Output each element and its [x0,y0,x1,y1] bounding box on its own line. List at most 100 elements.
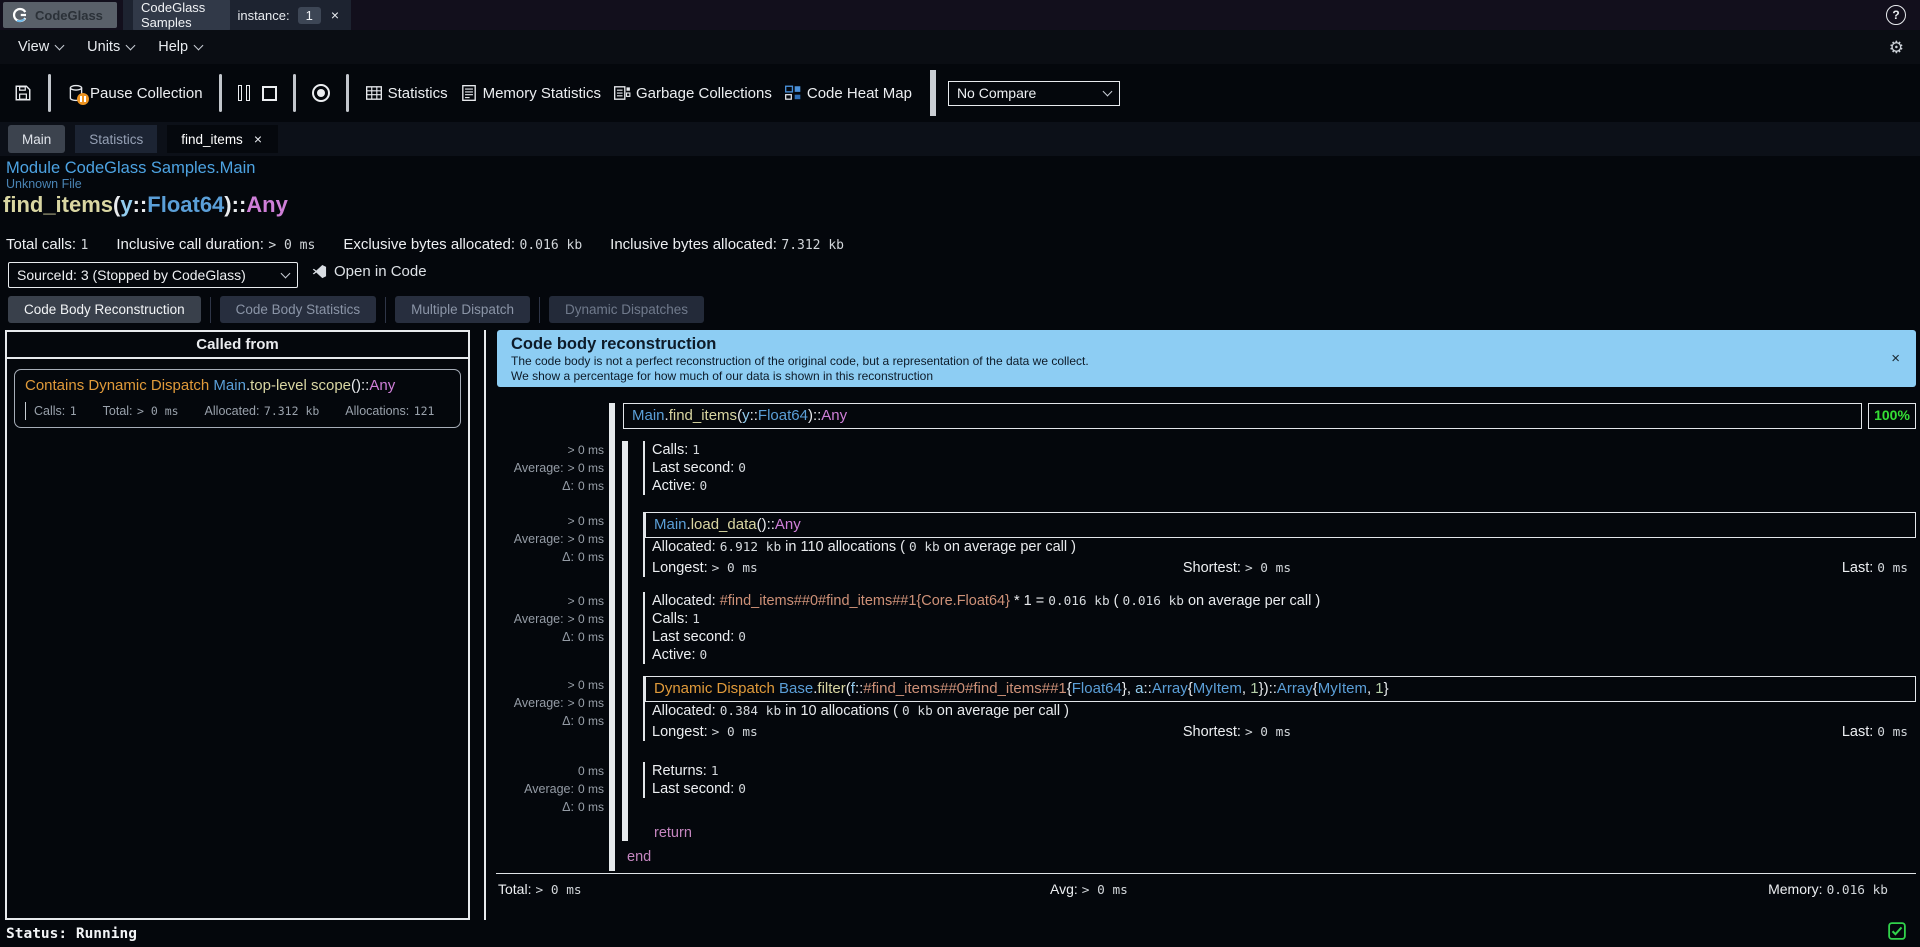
code-body-reconstruction: Main.find_items(y::Float64)::Any 100% > … [496,395,1916,910]
closure-alloc-group: > 0 ms Average: > 0 ms Δ: 0 ms Allocated… [496,592,1916,664]
tab-main-label: Main [22,131,52,147]
banner-line2: We show a percentage for how much of our… [511,369,933,383]
instance-tab[interactable]: CodeGlass Samples instance: 1 × [123,0,351,32]
end-keyword: end [627,849,652,865]
pause-button[interactable] [232,79,256,107]
status-text: Status: Running [6,926,137,942]
menu-help-label: Help [158,39,189,55]
instance-tab-close-icon[interactable]: × [329,7,341,23]
avg-duration: Avg: > 0 ms [1050,881,1128,898]
pause-icon [237,85,250,101]
subtab-code-body-reconstruction[interactable]: Code Body Reconstruction [8,296,201,323]
toolbar-separator [48,74,51,112]
breadcrumb-module[interactable]: Module CodeGlass Samples.Main [6,159,255,178]
menu-units[interactable]: Units [75,33,146,61]
document-tabstrip: Main Statistics find_items × [0,122,1920,156]
instance-label: instance: [237,7,290,23]
chevron-down-icon [125,40,136,50]
stop-icon [261,85,277,101]
returns-group: 0 ms Average: 0 ms Δ: 0 ms Returns: 1 La… [496,762,1916,816]
statistics-label: Statistics [387,84,448,102]
banner-close-icon[interactable]: × [1891,350,1900,367]
gear-icon[interactable]: ⚙ [1889,38,1904,58]
toolbar-separator [292,74,296,112]
stop-button[interactable] [256,80,283,107]
record-button[interactable] [306,78,336,108]
calls-row: Calls: 1 [652,442,700,458]
statistics-button[interactable]: Statistics [359,78,454,108]
menu-view-label: View [18,39,50,55]
codeglass-logo-icon [12,7,27,23]
save-button[interactable] [8,78,38,108]
allocated-row: Allocated: 6.912 kb in 110 allocations (… [652,539,1076,555]
load-data-group: > 0 ms Average: > 0 ms Δ: 0 ms Main.load… [496,512,1916,577]
titlebar: CodeGlass CodeGlass Samples instance: 1 … [0,0,1920,32]
breadcrumb-file: Unknown File [6,177,82,191]
open-in-code-button[interactable]: Open in Code [312,263,427,280]
calls-row: Calls: 1 [652,611,700,627]
garbage-collections-icon [613,86,631,100]
toolbar: Pause Collection Statistics Memory Stati… [0,64,1920,122]
timing-gutter: > 0 ms Average: > 0 ms Δ: 0 ms [513,443,604,493]
tab-find-items-label: find_items [181,131,243,147]
tab-close-icon[interactable]: × [252,131,264,147]
panel-divider [484,330,486,920]
tab-main[interactable]: Main [8,125,66,153]
code-heat-map-label: Code Heat Map [806,84,912,102]
active-row: Active: 0 [652,478,708,494]
code-heat-map-button[interactable]: Code Heat Map [778,78,918,108]
pause-collection-label: Pause Collection [90,84,203,102]
memory-document-icon [461,85,476,101]
memory-statistics-button[interactable]: Memory Statistics [454,78,607,108]
toolbar-separator [218,74,222,112]
reconstruction-info-banner: Code body reconstruction The code body i… [497,330,1916,387]
called-from-panel: Called from Contains Dynamic Dispatch Ma… [5,330,470,920]
garbage-collections-label: Garbage Collections [635,84,772,102]
menu-view[interactable]: View [6,33,75,61]
compare-select-value: No Compare [956,85,1037,101]
allocated-row: Allocated: #find_items##0#find_items##1{… [652,593,1321,609]
timing-gutter: 0 ms Average: 0 ms Δ: 0 ms [524,764,604,814]
summary-inclusive-duration: Inclusive call duration: > 0 ms [116,236,316,253]
menu-help[interactable]: Help [146,33,214,61]
timing-gutter: > 0 ms Average: > 0 ms Δ: 0 ms [513,678,604,728]
chevron-down-icon [280,268,291,278]
coverage-badge: 100% [1868,403,1916,429]
pause-collection-button[interactable]: Pause Collection [61,78,209,108]
dispatch-signature-box[interactable]: Dynamic Dispatch Base.filter(f::#find_it… [645,676,1916,702]
toolbar-separator [345,74,349,112]
compare-select[interactable]: No Compare [947,80,1120,106]
subtab-multiple-dispatch[interactable]: Multiple Dispatch [395,296,530,323]
caller-signature: Contains Dynamic Dispatch Main.top-level… [25,377,396,394]
tab-find-items[interactable]: find_items × [167,125,278,153]
method-signature-row: Main.find_items(y::Float64)::Any 100% [496,403,1916,429]
summary-inclusive-bytes: Inclusive bytes allocated: 7.312 kb [610,236,844,253]
subtab-dynamic-dispatches[interactable]: Dynamic Dispatches [548,296,704,323]
tab-statistics[interactable]: Statistics [75,125,158,153]
return-keyword: return [654,825,692,841]
chevron-down-icon [193,40,204,50]
last-second-row: Last second: 0 [652,781,746,797]
table-grid-icon [365,86,382,100]
active-row: Active: 0 [652,647,708,663]
find-items-signature-box[interactable]: Main.find_items(y::Float64)::Any [623,403,1862,429]
toolbar-separator-thick [929,70,936,116]
garbage-collections-button[interactable]: Garbage Collections [607,78,778,108]
last-second-row: Last second: 0 [652,460,746,476]
open-in-code-label: Open in Code [334,263,427,280]
source-id-select[interactable]: SourceId: 3 (Stopped by CodeGlass) [8,262,298,288]
top-stats-group: > 0 ms Average: > 0 ms Δ: 0 ms Calls: 1 … [496,441,1916,495]
record-icon [311,84,330,102]
allocated-row: Allocated: 0.384 kb in 10 allocations ( … [652,703,1069,719]
memory-statistics-label: Memory Statistics [482,84,601,102]
app-logo: CodeGlass [3,2,117,28]
subtab-code-body-statistics[interactable]: Code Body Statistics [219,296,377,323]
caller-stats: Calls: 1 Total: > 0 ms Allocated: 7.312 … [25,402,450,420]
help-icon[interactable]: ? [1886,5,1906,25]
subtab-separator [385,296,387,323]
subtabs: Code Body Reconstruction Code Body Stati… [8,296,704,323]
caller-card[interactable]: Contains Dynamic Dispatch Main.top-level… [14,369,461,428]
load-data-signature-box[interactable]: Main.load_data()::Any [645,512,1916,538]
duration-row: Longest: > 0 ms Shortest: > 0 ms Last: 0… [652,560,1908,576]
heat-map-icon [784,85,801,100]
